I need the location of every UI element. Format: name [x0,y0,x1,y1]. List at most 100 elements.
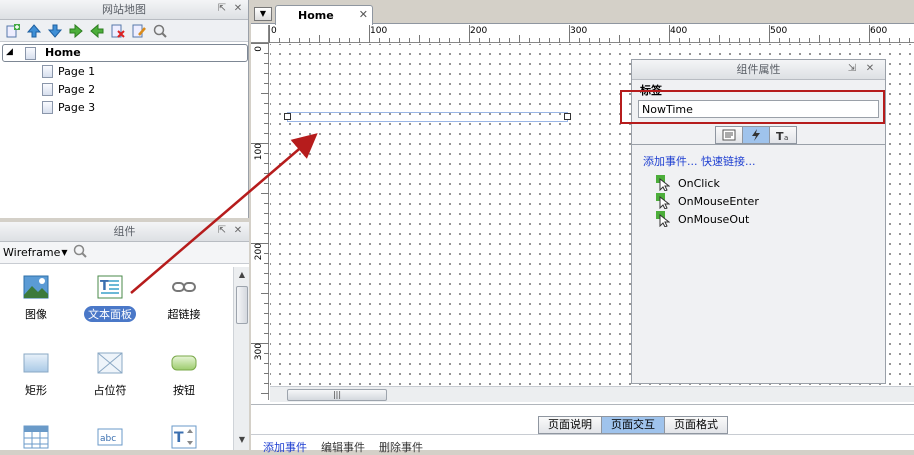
search-icon[interactable] [72,243,88,262]
pin-icon[interactable]: ⇱ [216,225,228,237]
add-event-link[interactable]: 添加事件 [263,439,307,455]
ruler-label: 200 [470,26,488,36]
ruler-label: 400 [670,26,688,36]
event-label: OnMouseEnter [678,194,759,208]
tree-home-label: Home [45,46,81,59]
pin-icon[interactable]: ⇲ [846,63,858,75]
scrollbar-thumb[interactable] [236,286,248,324]
tree-item-page-1[interactable]: Page 1 [42,62,95,80]
close-icon[interactable]: ✕ [232,3,244,15]
add-child-page-icon[interactable] [4,22,22,40]
ruler-label: 100 [370,26,388,36]
tree-item-page-3[interactable]: Page 3 [42,98,95,116]
divider [251,434,914,435]
ruler-label: 0 [254,46,264,52]
pin-icon[interactable]: ⇱ [216,3,228,15]
sitemap-title: 网站地图 [102,3,146,16]
widget-label: 矩形 [25,384,47,397]
scrollbar-thumb[interactable]: ||| [287,389,387,401]
properties-header: 组件属性 ⇲ ✕ [632,60,885,80]
tree-item-home[interactable]: ◢ Home [2,44,248,62]
event-label: OnMouseOut [678,212,750,226]
close-icon[interactable]: ✕ [359,8,368,21]
widget-rectangle[interactable]: 矩形 [6,351,66,398]
ruler-vertical: 0 100 200 300 [251,43,269,400]
table-icon [23,425,49,449]
widget-panel-header: 组件 ⇱ ✕ [0,222,249,242]
widget-scrollbar[interactable]: ▲ ▼ [233,267,249,450]
widget-label: 图像 [25,308,47,321]
svg-text:T: T [174,430,184,446]
event-onmouseout[interactable]: OnMouseOut [656,211,749,227]
widget-label: 按钮 [173,384,195,397]
widget-image[interactable]: 图像 [6,275,66,322]
svg-text:a: a [784,134,788,141]
page-icon [25,47,36,60]
library-select[interactable]: Wireframe [3,246,60,259]
close-icon[interactable]: ✕ [864,63,876,75]
widget-table[interactable] [6,425,66,452]
widget-text-area[interactable]: T [154,425,214,452]
tab-home-label: Home [298,9,334,22]
editor-area: ▼ Home ✕ 0 100 200 300 400 500 600 0 100… [251,0,914,454]
resize-handle[interactable] [284,113,291,120]
canvas-scrollbar[interactable]: ||| [270,386,914,402]
highlight-box [620,90,885,124]
tree-item-page-2[interactable]: Page 2 [42,80,95,98]
delete-event-link[interactable]: 删除事件 [379,439,423,455]
image-icon [23,275,49,299]
tab-interactions[interactable] [742,126,770,144]
search-icon[interactable] [151,22,169,40]
widget-label: 文本面板 [84,306,136,322]
widget-text-panel[interactable]: T 文本面板 [80,275,140,322]
widget-label: 占位符 [93,384,127,397]
svg-text:T: T [776,130,784,141]
rectangle-icon [23,353,49,373]
ruler-label: 200 [254,243,264,261]
edit-page-icon[interactable] [130,22,148,40]
widget-grid: 图像 T 文本面板 超链接 矩形 占位符 按钮 abc T [0,267,232,450]
collapse-icon[interactable]: ◢ [6,47,13,57]
scroll-down-icon[interactable]: ▼ [235,433,249,447]
move-down-icon[interactable] [46,22,64,40]
move-up-icon[interactable] [25,22,43,40]
resize-handle[interactable] [564,113,571,120]
tab-style[interactable]: Ta [769,126,797,144]
tab-page-interactions[interactable]: 页面交互 [601,416,665,434]
delete-page-icon[interactable] [109,22,127,40]
properties-tabs: Ta [715,126,797,144]
close-icon[interactable]: ✕ [232,225,244,237]
page-tabbar: ▼ Home ✕ [251,0,914,25]
ruler-label: 500 [770,26,788,36]
scroll-up-icon[interactable]: ▲ [235,268,249,282]
tab-home[interactable]: Home ✕ [275,5,373,25]
sitemap-header: 网站地图 ⇱ ✕ [0,0,248,20]
selected-text-panel[interactable] [284,112,571,122]
event-links[interactable]: 添加事件... 快速链接... [643,153,755,169]
tab-page-style[interactable]: 页面格式 [664,416,728,434]
widget-hyperlink[interactable]: 超链接 [154,275,214,322]
chevron-down-icon[interactable]: ▼ [61,248,67,257]
event-actions: 添加事件 编辑事件 删除事件 [263,439,423,455]
ruler-ticks [269,25,910,43]
tab-list-dropdown[interactable]: ▼ [254,7,272,21]
tab-page-notes[interactable]: 页面说明 [538,416,602,434]
left-column: 网站地图 ⇱ ✕ ◢ Home Page 1 Page 2 Page 3 组件 … [0,0,249,450]
bottom-panel: 页面说明 页面交互 页面格式 添加事件 编辑事件 删除事件 [251,404,914,454]
event-icon [656,175,670,191]
widget-text-field[interactable]: abc [80,425,140,452]
event-icon [656,211,670,227]
event-onmouseenter[interactable]: OnMouseEnter [656,193,759,209]
outdent-icon[interactable] [88,22,106,40]
tree-item-label: Page 3 [58,100,96,114]
edit-event-link[interactable]: 编辑事件 [321,439,365,455]
text-area-icon: T [171,425,197,449]
widget-button[interactable]: 按钮 [154,351,214,398]
indent-icon[interactable] [67,22,85,40]
event-onclick[interactable]: OnClick [656,175,720,191]
ruler-label: 300 [254,343,264,361]
widget-placeholder[interactable]: 占位符 [80,351,140,398]
properties-title: 组件属性 [736,63,781,76]
event-icon [656,193,670,209]
tab-notes[interactable] [715,126,743,144]
